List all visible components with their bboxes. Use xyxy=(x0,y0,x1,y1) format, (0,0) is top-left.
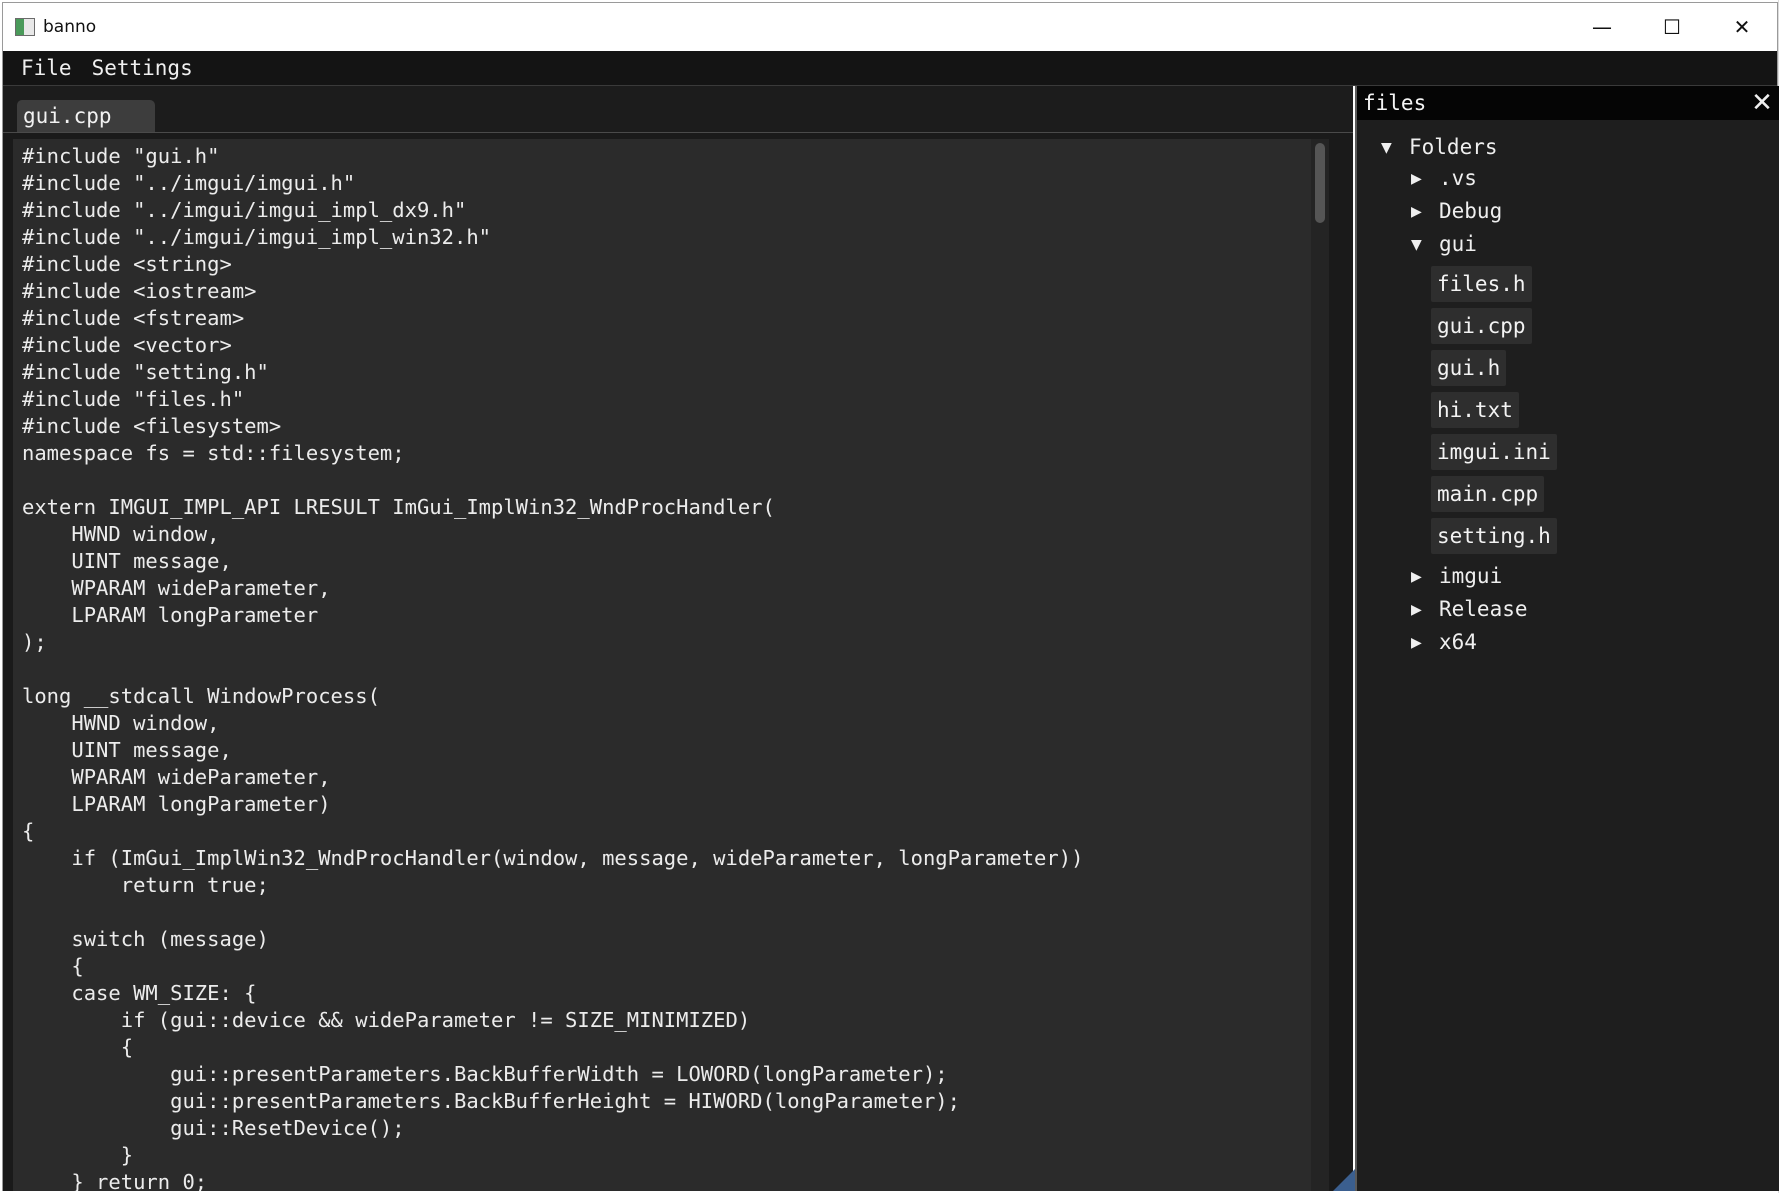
maximize-icon: ☐ xyxy=(1663,15,1681,39)
expanded-icon: ▼ xyxy=(1381,140,1392,156)
minimize-icon: — xyxy=(1592,15,1612,39)
collapsed-icon: ▶ xyxy=(1411,602,1422,618)
files-title-text: files xyxy=(1363,91,1427,115)
scrollbar-thumb[interactable] xyxy=(1315,143,1325,223)
tree-label: Debug xyxy=(1439,199,1503,223)
file-hi-txt[interactable]: hi.txt xyxy=(1431,392,1519,428)
tree-node-vs[interactable]: ▶ .vs xyxy=(1411,163,1477,193)
file-gui-cpp[interactable]: gui.cpp xyxy=(1431,308,1532,344)
code-text[interactable]: #include "gui.h" #include "../imgui/imgu… xyxy=(13,139,1329,1191)
window-controls: — ☐ ✕ xyxy=(1567,3,1777,51)
desktop-background xyxy=(1778,0,1787,1193)
menu-bar: File Settings xyxy=(3,51,1777,86)
tree-node-gui[interactable]: ▼ gui xyxy=(1411,229,1477,259)
tab-gui-cpp[interactable]: gui.cpp xyxy=(17,100,155,132)
collapsed-icon: ▶ xyxy=(1411,635,1422,651)
files-close-icon[interactable]: ✕ xyxy=(1749,86,1775,120)
tree-label: imgui xyxy=(1439,564,1503,588)
code-editor[interactable]: #include "gui.h" #include "../imgui/imgu… xyxy=(13,139,1329,1191)
files-panel: files ✕ ▼ Folders ▶ .vs ▶ Debug ▼ gui files.… xyxy=(1355,86,1779,1191)
maximize-button[interactable]: ☐ xyxy=(1637,3,1707,51)
collapsed-icon: ▶ xyxy=(1411,204,1422,220)
collapsed-icon: ▶ xyxy=(1411,569,1422,585)
tree-label: Release xyxy=(1439,597,1528,621)
window-title: banno xyxy=(43,17,97,37)
collapsed-icon: ▶ xyxy=(1411,171,1422,187)
file-gui-h[interactable]: gui.h xyxy=(1431,350,1507,386)
files-panel-title[interactable]: files xyxy=(1357,86,1779,120)
file-files-h[interactable]: files.h xyxy=(1431,266,1532,302)
tree-node-x64[interactable]: ▶ x64 xyxy=(1411,627,1477,657)
close-icon: ✕ xyxy=(1733,15,1751,39)
minimize-button[interactable]: — xyxy=(1567,3,1637,51)
editor-pane: gui.cpp #include "gui.h" #include "../im… xyxy=(3,86,1353,1191)
tree-node-release[interactable]: ▶ Release xyxy=(1411,594,1528,624)
file-main-cpp[interactable]: main.cpp xyxy=(1431,476,1545,512)
app-window: banno — ☐ ✕ File Settings gui.cpp #inclu… xyxy=(2,2,1779,1191)
menu-settings[interactable]: Settings xyxy=(84,56,205,80)
file-setting-h[interactable]: setting.h xyxy=(1431,518,1557,554)
tree-label: .vs xyxy=(1439,166,1477,190)
close-button[interactable]: ✕ xyxy=(1707,3,1777,51)
tree-label: gui xyxy=(1439,232,1477,256)
file-tree: ▼ Folders ▶ .vs ▶ Debug ▼ gui files.h gui.cp… xyxy=(1357,120,1779,1191)
tree-label: Folders xyxy=(1409,135,1498,159)
title-bar[interactable]: banno — ☐ ✕ xyxy=(3,3,1777,51)
tab-strip: gui.cpp xyxy=(3,86,1353,133)
app-icon xyxy=(15,18,35,36)
tree-node-debug[interactable]: ▶ Debug xyxy=(1411,196,1502,226)
vertical-scrollbar[interactable] xyxy=(1311,139,1329,1191)
tree-label: x64 xyxy=(1439,630,1477,654)
resize-grip-icon[interactable] xyxy=(1333,1169,1355,1191)
tree-node-imgui[interactable]: ▶ imgui xyxy=(1411,561,1502,591)
menu-file[interactable]: File xyxy=(3,56,84,80)
file-imgui-ini[interactable]: imgui.ini xyxy=(1431,434,1557,470)
expanded-icon: ▼ xyxy=(1411,237,1422,253)
tree-node-folders[interactable]: ▼ Folders xyxy=(1381,132,1498,162)
